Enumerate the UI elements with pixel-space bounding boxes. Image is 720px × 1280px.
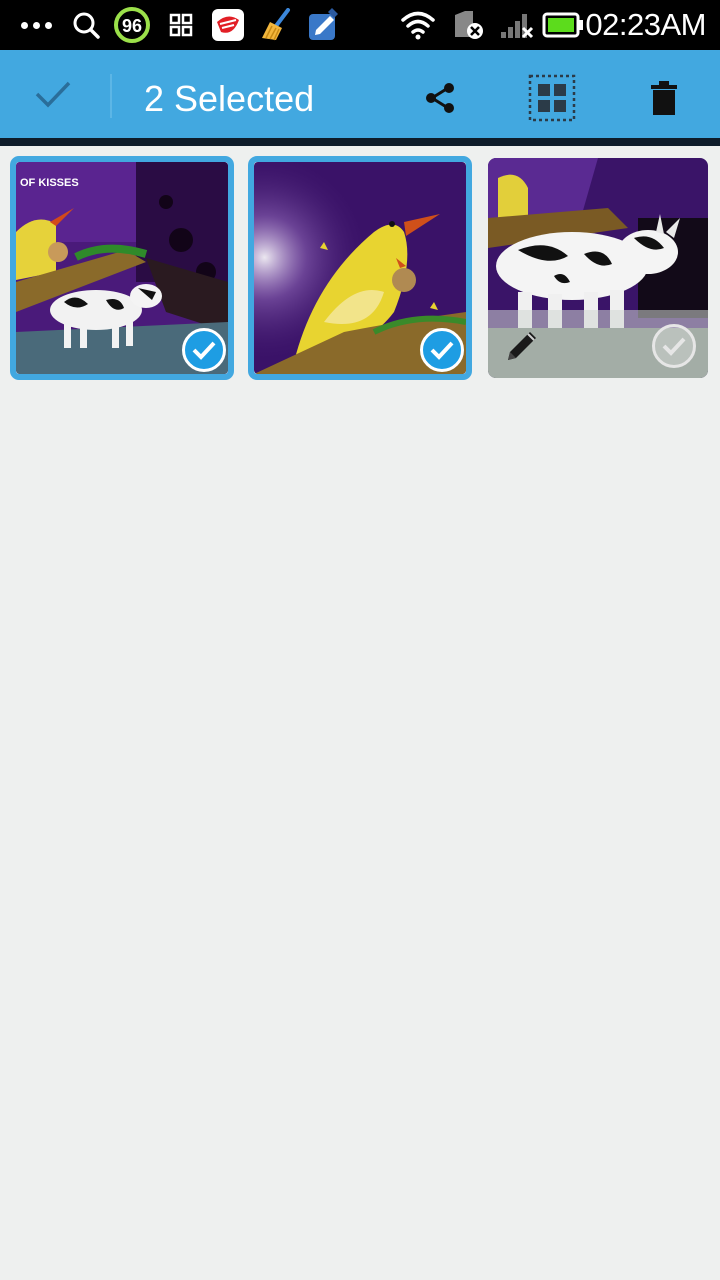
share-icon [426, 83, 454, 113]
select-all-icon [528, 74, 576, 122]
signal-no-service-icon [498, 0, 536, 50]
action-bar-shadow [0, 138, 720, 146]
wifi-icon [398, 0, 438, 50]
status-bar: 96 02:23AM [0, 0, 720, 50]
cleaner-broom-icon [256, 0, 296, 50]
edit-button[interactable] [500, 324, 544, 368]
mail-app-icon [210, 0, 246, 50]
photo-thumbnail-3[interactable] [488, 158, 708, 378]
status-clock: 02:23AM [585, 7, 706, 42]
search-icon [70, 0, 102, 50]
share-button[interactable] [400, 50, 480, 146]
action-bar-divider [110, 74, 112, 118]
pencil-icon [508, 332, 536, 360]
photo-thumbnail-2[interactable] [248, 156, 472, 380]
file-manager-icon [304, 0, 344, 50]
select-all-button[interactable] [512, 50, 592, 146]
svg-text:OF KISSES: OF KISSES [20, 177, 79, 189]
qr-apps-icon [166, 0, 196, 50]
svg-text:96: 96 [122, 16, 142, 36]
more-dots-icon [18, 0, 54, 50]
check-circle-icon[interactable] [420, 328, 464, 372]
check-circle-icon[interactable] [652, 324, 696, 368]
photo-thumbnail-1[interactable]: OF KISSES [10, 156, 234, 380]
check-circle-icon[interactable] [182, 328, 226, 372]
battery-icon [542, 0, 584, 50]
sim-disabled-icon [450, 0, 486, 50]
action-bar: 2 Selected [0, 50, 720, 138]
delete-button[interactable] [624, 50, 704, 146]
done-button[interactable] [0, 50, 106, 138]
battery-saver-96-icon: 96 [112, 0, 152, 50]
selection-count-title: 2 Selected [144, 78, 315, 119]
done-check-icon [35, 81, 71, 108]
delete-trash-icon [651, 81, 677, 115]
